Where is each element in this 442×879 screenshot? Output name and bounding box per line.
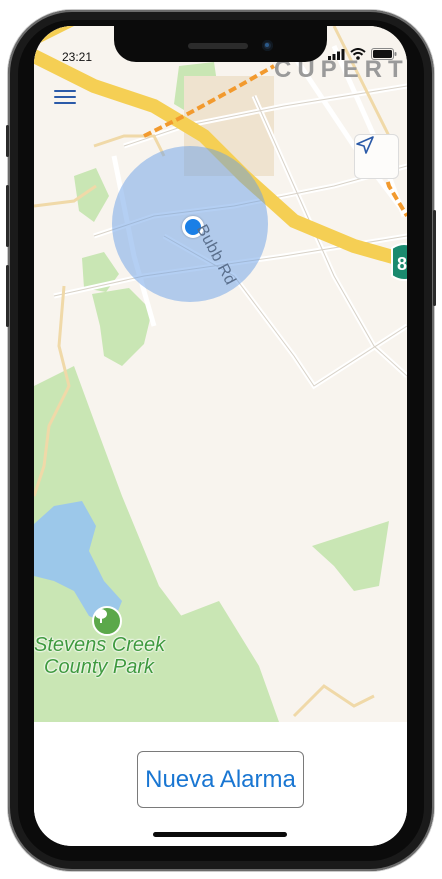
battery-icon <box>371 48 397 60</box>
park-label-line1: Stevens Creek <box>34 634 166 656</box>
home-indicator[interactable] <box>153 832 287 837</box>
power-button <box>433 210 436 306</box>
tree-icon-glyph <box>95 609 107 623</box>
wifi-icon <box>350 48 366 60</box>
menu-bar <box>54 90 76 92</box>
mute-switch <box>6 125 9 157</box>
map-view[interactable]: CUPERTI 85 Bubb Rd Stevens Creek County … <box>34 26 407 722</box>
new-alarm-button[interactable]: Nueva Alarma <box>137 751 304 808</box>
tree-icon[interactable] <box>92 606 122 636</box>
app-screen: CUPERTI 85 Bubb Rd Stevens Creek County … <box>34 26 407 846</box>
bottom-panel: Nueva Alarma <box>34 722 407 846</box>
menu-bar <box>54 96 76 98</box>
earpiece-speaker <box>188 43 248 49</box>
volume-up-button <box>6 185 9 247</box>
signal-icon <box>328 48 345 60</box>
hamburger-menu-icon[interactable] <box>54 86 76 106</box>
status-time: 23:21 <box>62 50 93 64</box>
notch <box>114 26 327 62</box>
menu-bar <box>54 102 76 104</box>
park-label: Stevens Creek County Park <box>34 634 165 678</box>
status-icons <box>328 48 397 60</box>
navigation-arrow-icon <box>356 136 374 154</box>
map-background <box>34 26 407 722</box>
highway-shield-number: 85 <box>397 254 407 274</box>
park-label-line2: County Park <box>44 656 155 678</box>
front-camera <box>262 40 273 51</box>
locate-me-button[interactable] <box>354 134 399 179</box>
volume-down-button <box>6 265 9 327</box>
